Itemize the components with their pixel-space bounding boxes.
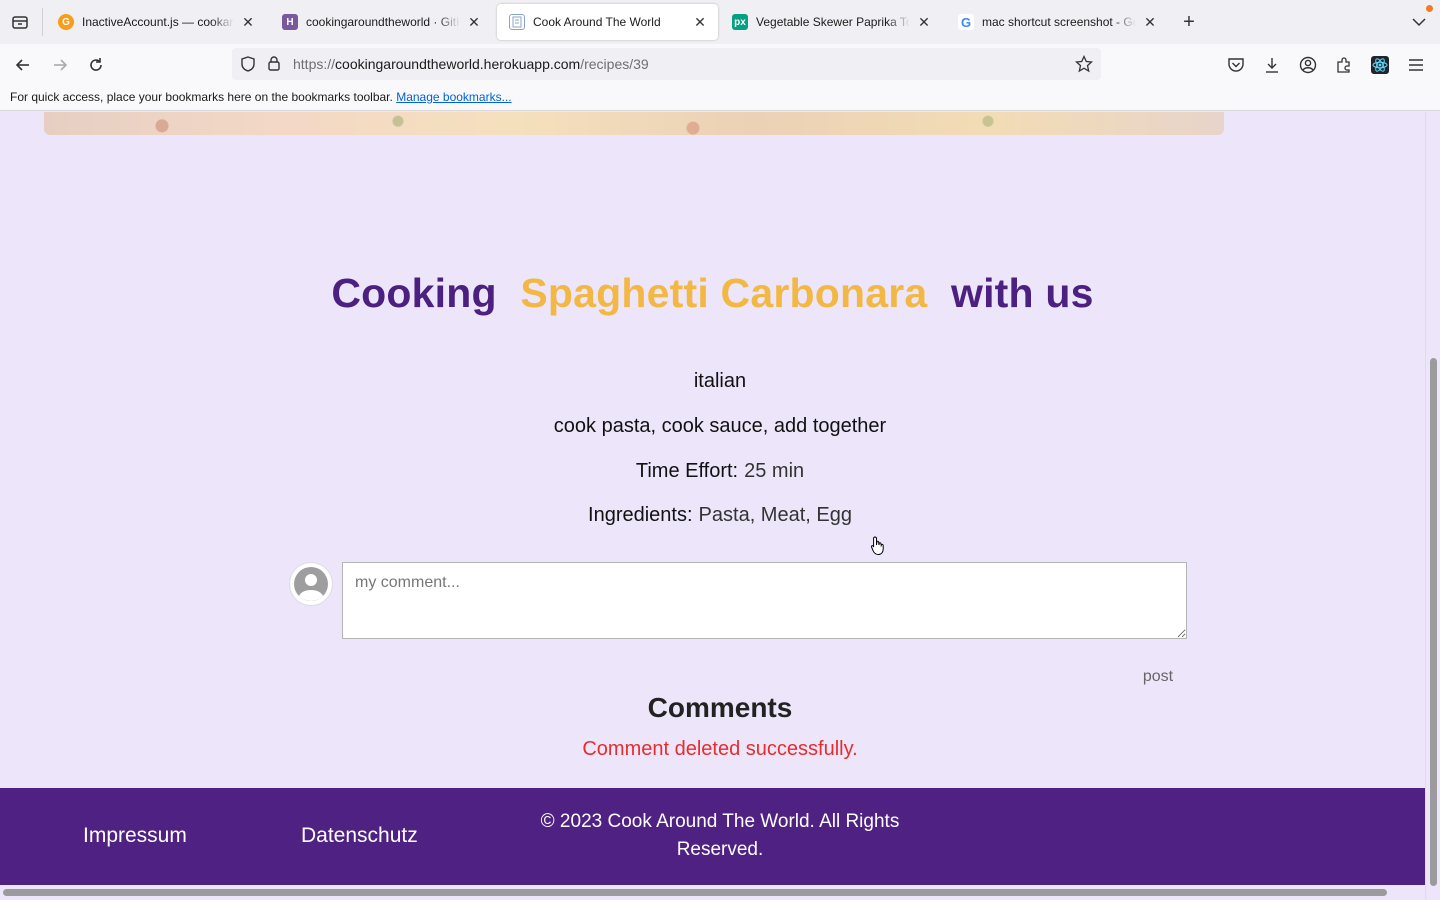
tab-inactiveaccount[interactable]: G InactiveAccount.js — cookaround ✕ — [46, 4, 266, 40]
extensions-icon[interactable] — [1332, 53, 1356, 77]
instructions-value: cook pasta, cook sauce, add together — [553, 415, 887, 437]
nav-toolbar: https://cookingaroundtheworld.herokuapp.… — [0, 44, 1440, 86]
avatar — [289, 562, 333, 606]
google-icon: G — [958, 14, 974, 30]
copyright-line-1: © 2023 Cook Around The World. All Rights — [540, 811, 900, 832]
downloads-icon[interactable] — [1260, 53, 1284, 77]
bookmarks-toolbar: For quick access, place your bookmarks h… — [0, 86, 1440, 111]
close-icon[interactable]: ✕ — [692, 14, 708, 30]
page-viewport: Cooking Spaghetti Carbonara with us ital… — [0, 112, 1425, 900]
tab-cook-around-the-world[interactable]: Cook Around The World ✕ — [497, 4, 718, 40]
close-icon[interactable]: ✕ — [466, 14, 482, 30]
recipe-time-effort: Time Effort: 25 min — [0, 460, 1425, 483]
tab-google-search[interactable]: G mac shortcut screenshot - Google ✕ — [946, 4, 1168, 40]
url-path: /recipes/39 — [580, 56, 649, 72]
impressum-link[interactable]: Impressum — [83, 824, 187, 848]
notification-dot — [1426, 5, 1433, 12]
page-footer: Impressum Datenschutz © 2023 Cook Around… — [0, 788, 1425, 885]
time-effort-value: 25 min — [744, 460, 805, 482]
close-icon[interactable]: ✕ — [916, 14, 932, 30]
url-protocol: https:// — [293, 56, 336, 72]
browser-window: G InactiveAccount.js — cookaround ✕ H co… — [0, 0, 1440, 900]
shield-icon[interactable] — [240, 56, 256, 75]
lock-icon[interactable] — [267, 55, 281, 75]
scrollbar-thumb[interactable] — [3, 889, 1387, 896]
recipe-name: Spaghetti Carbonara — [520, 270, 928, 316]
react-devtools-icon[interactable] — [1368, 53, 1392, 77]
horizontal-scrollbar[interactable] — [0, 885, 1425, 900]
pexels-icon: px — [732, 14, 748, 30]
close-icon[interactable]: ✕ — [1142, 14, 1158, 30]
status-message: Comment deleted successfully. — [582, 738, 858, 760]
tab-title: Cook Around The World — [533, 15, 661, 29]
reload-icon[interactable] — [84, 53, 108, 77]
comment-input[interactable] — [342, 562, 1187, 639]
bookmarks-hint: For quick access, place your bookmarks h… — [10, 90, 393, 104]
comments-heading: Comments — [647, 692, 793, 723]
tab-github[interactable]: H cookingaroundtheworld · GitHub ✕ — [270, 4, 492, 40]
ingredients-value: Pasta, Meat, Egg — [698, 504, 852, 526]
account-icon[interactable] — [1296, 53, 1320, 77]
recipe-instructions: cook pasta, cook sauce, add together — [0, 415, 1425, 438]
manage-bookmarks-link[interactable]: Manage bookmarks... — [396, 90, 511, 104]
cuisine-value: italian — [693, 370, 747, 392]
datenschutz-link[interactable]: Datenschutz — [301, 824, 418, 848]
url-host: cookingaroundtheworld.herokuapp.com — [335, 56, 581, 72]
hand-cursor-icon — [870, 536, 886, 561]
tab-vegetable-skewer[interactable]: px Vegetable Skewer Paprika Tomato ✕ — [720, 4, 942, 40]
tab-divider — [42, 8, 43, 36]
tab-title: Vegetable Skewer Paprika Tomato — [756, 15, 910, 29]
recipe-cuisine: italian — [0, 370, 1425, 393]
close-icon[interactable]: ✕ — [240, 14, 256, 30]
copyright-line-2: Reserved. — [676, 839, 764, 860]
title-prefix: Cooking — [331, 270, 497, 316]
back-icon[interactable] — [11, 53, 35, 77]
time-effort-label: Time Effort: — [635, 460, 739, 482]
bookmark-star-icon[interactable] — [1074, 54, 1094, 76]
user-icon — [294, 567, 328, 601]
recipe-hero-image — [44, 112, 1224, 135]
vertical-scrollbar[interactable] — [1425, 112, 1440, 900]
tab-bar: G InactiveAccount.js — cookaround ✕ H co… — [0, 0, 1440, 44]
tab-title: InactiveAccount.js — cookaround — [82, 15, 234, 29]
tab-title: cookingaroundtheworld · GitHub — [306, 15, 460, 29]
url-bar[interactable]: https://cookingaroundtheworld.herokuapp.… — [232, 48, 1101, 80]
menu-icon[interactable] — [1404, 53, 1428, 77]
url-text[interactable]: https://cookingaroundtheworld.herokuapp.… — [293, 56, 649, 72]
comment-form — [289, 562, 1189, 642]
page-title: Cooking Spaghetti Carbonara with us — [0, 270, 1425, 317]
forward-icon[interactable] — [48, 53, 72, 77]
firefox-view-icon[interactable] — [8, 10, 32, 34]
post-button[interactable]: post — [1128, 664, 1188, 690]
heroku-icon: H — [282, 14, 298, 30]
title-suffix: with us — [951, 270, 1094, 316]
list-all-tabs-icon[interactable] — [1407, 10, 1431, 34]
recipe-ingredients: Ingredients: Pasta, Meat, Egg — [0, 504, 1425, 527]
scrollbar-thumb[interactable] — [1430, 358, 1437, 886]
tab-title: mac shortcut screenshot - Google — [982, 15, 1136, 29]
copyright-text: © 2023 Cook Around The World. All Rights… — [530, 808, 910, 864]
gitkraken-icon: G — [58, 14, 74, 30]
new-tab-button[interactable]: + — [1177, 10, 1201, 34]
page-icon — [509, 14, 525, 30]
pocket-icon[interactable] — [1224, 53, 1248, 77]
ingredients-label: Ingredients: — [588, 504, 693, 526]
